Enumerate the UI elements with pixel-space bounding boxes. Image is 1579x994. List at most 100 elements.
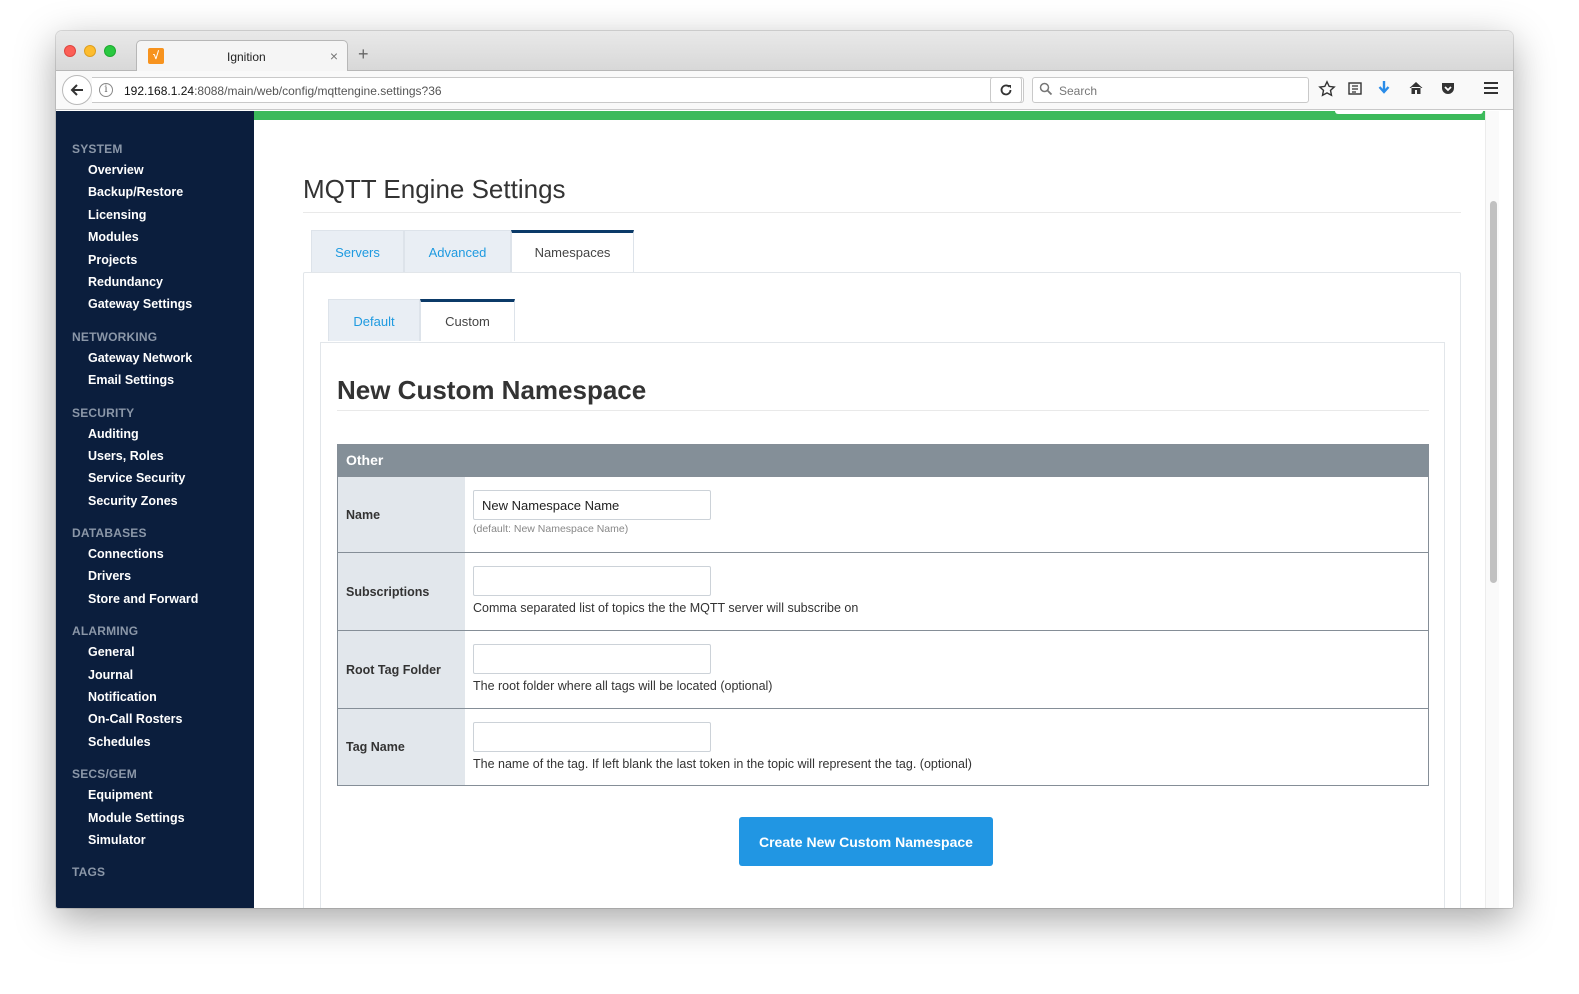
pocket-icon[interactable]	[1438, 80, 1458, 100]
sidebar-item-on-call-rosters[interactable]: On-Call Rosters	[56, 708, 254, 730]
reload-icon[interactable]	[990, 77, 1022, 103]
tab-close-icon[interactable]: ×	[330, 48, 338, 64]
home-icon[interactable]	[1406, 80, 1426, 100]
settings-tabs: Servers Advanced Namespaces	[311, 230, 634, 272]
tab-custom[interactable]: Custom	[420, 299, 515, 341]
form-row-name: Name (default: New Namespace Name)	[338, 476, 1428, 552]
tab-namespaces[interactable]: Namespaces	[511, 230, 634, 272]
search-input[interactable]: Search	[1032, 77, 1309, 103]
name-input[interactable]	[473, 490, 711, 520]
section-title: New Custom Namespace	[337, 375, 647, 405]
sidebar-item-email-settings[interactable]: Email Settings	[56, 369, 254, 391]
create-namespace-button[interactable]: Create New Custom Namespace	[739, 817, 993, 866]
namespaces-panel: Default Custom New Custom Namespace Othe…	[303, 272, 1461, 908]
minimize-window-button[interactable]	[84, 45, 96, 57]
sidebar-section-alarming: ALARMING	[72, 624, 139, 639]
scrollbar-thumb[interactable]	[1490, 201, 1497, 583]
sidebar-item-service-security[interactable]: Service Security	[56, 467, 254, 489]
sidebar-item-store-and-forward[interactable]: Store and Forward	[56, 588, 254, 610]
status-bar-button[interactable]	[1335, 111, 1483, 114]
search-icon	[1039, 82, 1053, 96]
sidebar-section-networking: NETWORKING	[72, 329, 158, 344]
zoom-window-button[interactable]	[104, 45, 116, 57]
root-tag-folder-cell: The root folder where all tags will be l…	[465, 631, 1428, 708]
sidebar-item-projects[interactable]: Projects	[56, 249, 254, 271]
browser-tab-title: Ignition	[227, 50, 266, 64]
page-title: MQTT Engine Settings	[303, 174, 566, 204]
sidebar-item-licensing[interactable]: Licensing	[56, 204, 254, 226]
sidebar-item-modules[interactable]: Modules	[56, 226, 254, 248]
close-window-button[interactable]	[64, 45, 76, 57]
tab-servers[interactable]: Servers	[311, 230, 404, 272]
tag-name-input[interactable]	[473, 722, 711, 752]
search-placeholder: Search	[1059, 84, 1098, 98]
main-area: MQTT Engine Settings Servers Advanced Na…	[254, 111, 1499, 908]
sidebar-section-security: SECURITY	[72, 405, 135, 420]
browser-window: √ Ignition × + i 192.168.1.24:8088/main/…	[56, 31, 1513, 908]
sidebar-section-databases: DATABASES	[72, 526, 147, 541]
section-divider	[337, 410, 1429, 411]
sidebar-item-drivers[interactable]: Drivers	[56, 565, 254, 587]
download-icon[interactable]	[1374, 80, 1394, 100]
browser-tab-bar: √ Ignition × +	[56, 31, 1513, 72]
status-bar	[254, 111, 1499, 120]
menu-icon[interactable]	[1481, 80, 1501, 100]
sidebar-item-users-roles[interactable]: Users, Roles	[56, 445, 254, 467]
tag-name-label: Tag Name	[338, 709, 465, 785]
form-row-tag-name: Tag Name The name of the tag. If left bl…	[338, 708, 1428, 785]
sidebar-item-gateway-settings[interactable]: Gateway Settings	[56, 293, 254, 315]
sidebar-item-gateway-network[interactable]: Gateway Network	[56, 347, 254, 369]
subscriptions-cell: Comma separated list of topics the the M…	[465, 553, 1428, 630]
sidebar-item-security-zones[interactable]: Security Zones	[56, 490, 254, 512]
root-tag-folder-input[interactable]	[473, 644, 711, 674]
sidebar-item-connections[interactable]: Connections	[56, 543, 254, 565]
sidebar-section-secs-gem: SECS/GEM	[72, 767, 137, 782]
sidebar-item-redundancy[interactable]: Redundancy	[56, 271, 254, 293]
sidebar-item-backup-restore[interactable]: Backup/Restore	[56, 181, 254, 203]
custom-namespace-panel: New Custom Namespace Other Name (default…	[320, 342, 1445, 908]
sidebar-item-equipment[interactable]: Equipment	[56, 784, 254, 806]
tag-name-hint: The name of the tag. If left blank the l…	[473, 757, 972, 771]
sidebar-item-journal[interactable]: Journal	[56, 664, 254, 686]
ignition-favicon-icon: √	[148, 48, 164, 64]
name-label: Name	[338, 477, 465, 552]
browser-tab-ignition[interactable]: √ Ignition ×	[136, 40, 348, 72]
tab-advanced[interactable]: Advanced	[404, 230, 511, 272]
sidebar-section-tags: TAGS	[72, 865, 106, 880]
form-row-root-tag-folder: Root Tag Folder The root folder where al…	[338, 630, 1428, 708]
root-tag-folder-label: Root Tag Folder	[338, 631, 465, 708]
sidebar-item-overview[interactable]: Overview	[56, 159, 254, 181]
sidebar-item-notification[interactable]: Notification	[56, 686, 254, 708]
new-tab-icon[interactable]: +	[358, 45, 369, 63]
scrollbar[interactable]	[1485, 111, 1499, 908]
sidebar-section-system: SYSTEM	[72, 142, 123, 156]
sidebar-item-general[interactable]: General	[56, 641, 254, 663]
subscriptions-hint: Comma separated list of topics the the M…	[473, 601, 859, 615]
sidebar-item-auditing[interactable]: Auditing	[56, 423, 254, 445]
title-divider	[303, 212, 1461, 213]
bookmark-star-icon[interactable]	[1317, 80, 1337, 100]
namespace-form: Other Name (default: New Namespace Name)…	[337, 444, 1429, 786]
subscriptions-label: Subscriptions	[338, 553, 465, 630]
root-tag-folder-hint: The root folder where all tags will be l…	[473, 679, 773, 693]
tab-default[interactable]: Default	[328, 299, 420, 341]
sidebar-item-simulator[interactable]: Simulator	[56, 829, 254, 851]
sidebar-item-schedules[interactable]: Schedules	[56, 731, 254, 753]
form-row-subscriptions: Subscriptions Comma separated list of to…	[338, 552, 1428, 630]
url-text[interactable]: 192.168.1.24:8088/main/web/config/mqtten…	[124, 84, 442, 98]
reading-list-icon[interactable]	[1345, 80, 1365, 100]
browser-nav-bar: i 192.168.1.24:8088/main/web/config/mqtt…	[56, 71, 1513, 110]
subscriptions-input[interactable]	[473, 566, 711, 596]
name-hint: (default: New Namespace Name)	[473, 523, 629, 535]
info-icon[interactable]: i	[99, 83, 113, 97]
back-arrow-icon[interactable]	[62, 75, 92, 105]
sidebar-item-module-settings[interactable]: Module Settings	[56, 807, 254, 829]
url-bar[interactable]: i 192.168.1.24:8088/main/web/config/mqtt…	[92, 77, 1024, 103]
name-cell: (default: New Namespace Name)	[465, 477, 1428, 552]
